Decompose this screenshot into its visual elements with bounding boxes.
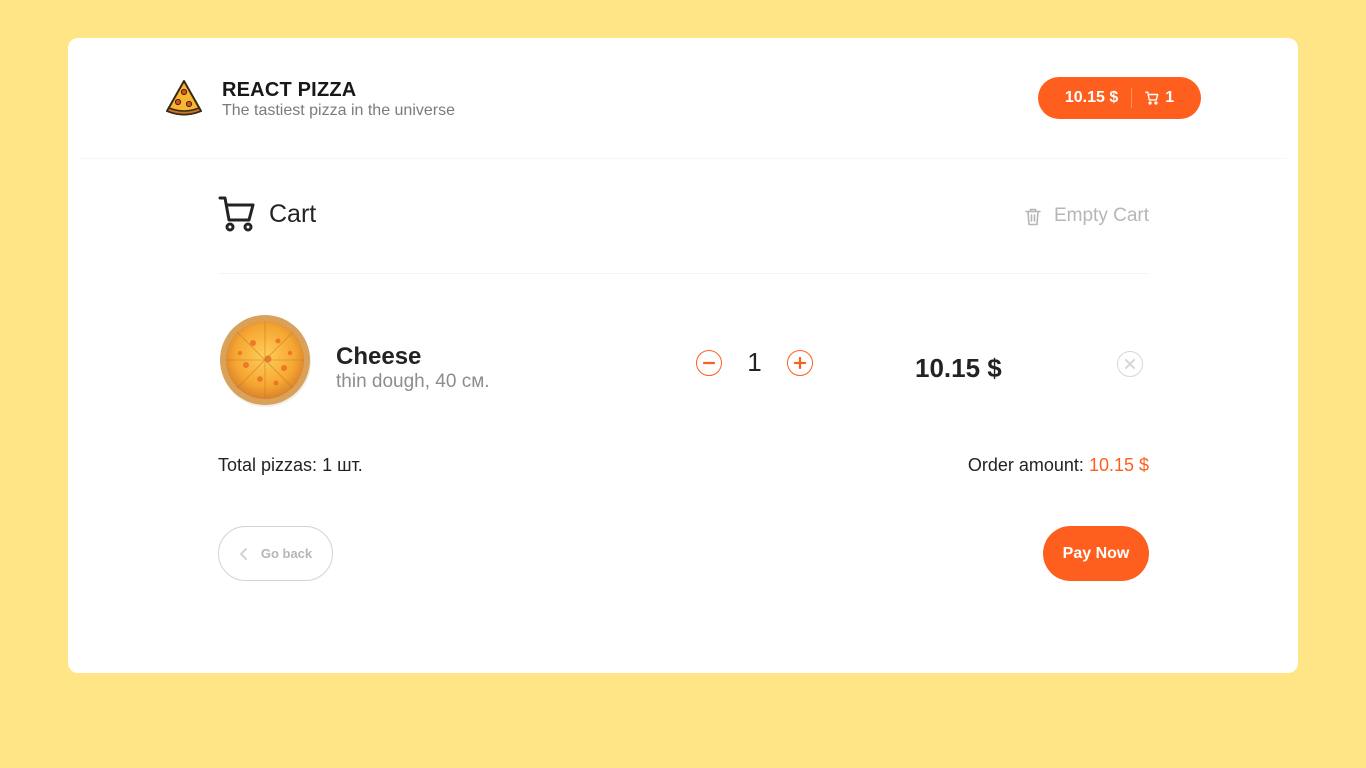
- cart-title: Cart: [218, 196, 316, 233]
- cart-icon: [1145, 91, 1159, 105]
- close-icon: [1125, 359, 1135, 369]
- cart-item: Cheese thin dough, 40 см. 1 10.15 $: [218, 313, 1149, 413]
- order-amount-label: Order amount:: [967, 455, 1084, 475]
- quantity-stepper: 1: [696, 347, 813, 378]
- cart-top: Cart Empty Cart: [218, 159, 1149, 274]
- pay-now-label: Pay Now: [1062, 544, 1130, 562]
- item-price: 10.15 $: [915, 353, 1002, 383]
- cart-title-text: Cart: [269, 200, 317, 228]
- header: REACT PIZZA The tastiest pizza in the un…: [68, 38, 1298, 159]
- plus-icon: [794, 356, 806, 369]
- logo-subtitle: The tastiest pizza in the universe: [222, 102, 456, 119]
- chevron-left-icon: [239, 547, 247, 560]
- increase-button[interactable]: [787, 349, 813, 376]
- header-cart-divider: [1131, 88, 1133, 108]
- pay-now-button[interactable]: Pay Now: [1043, 526, 1149, 581]
- trash-icon: [1025, 208, 1041, 225]
- total-pizzas-value: 1 шт.: [322, 455, 363, 475]
- header-cart-button[interactable]: 10.15 $ 1: [1038, 77, 1201, 119]
- order-amount-value: 10.15 $: [1088, 455, 1149, 475]
- app-wrapper: REACT PIZZA The tastiest pizza in the un…: [68, 38, 1298, 673]
- minus-icon: [703, 361, 715, 364]
- logo[interactable]: REACT PIZZA The tastiest pizza in the un…: [164, 78, 455, 121]
- cart-icon: [218, 196, 255, 232]
- order-amount: Order amount: 10.15 $: [968, 455, 1149, 476]
- item-name: Cheese: [336, 343, 422, 370]
- empty-cart-label: Empty Cart: [1053, 205, 1149, 226]
- pizza-logo-icon: [165, 80, 203, 116]
- cart-divider: [218, 273, 1149, 274]
- go-back-button[interactable]: Go back: [218, 526, 333, 581]
- total-pizzas: Total pizzas: 1 шт.: [218, 455, 363, 476]
- decrease-button[interactable]: [696, 349, 722, 376]
- go-back-label: Go back: [260, 546, 313, 561]
- logo-title: REACT PIZZA: [222, 79, 357, 101]
- header-cart-count: 1: [1165, 89, 1175, 106]
- pizza-image: [220, 315, 311, 407]
- header-cart-sum: 10.15 $: [1064, 89, 1119, 106]
- remove-item-button[interactable]: [1117, 351, 1143, 377]
- item-info: Cheese thin dough, 40 см.: [336, 343, 490, 393]
- item-description: thin dough, 40 см.: [336, 371, 490, 392]
- quantity-value: 1: [747, 347, 762, 377]
- empty-cart-button[interactable]: Empty Cart: [1024, 205, 1149, 227]
- total-pizzas-label: Total pizzas:: [218, 455, 318, 475]
